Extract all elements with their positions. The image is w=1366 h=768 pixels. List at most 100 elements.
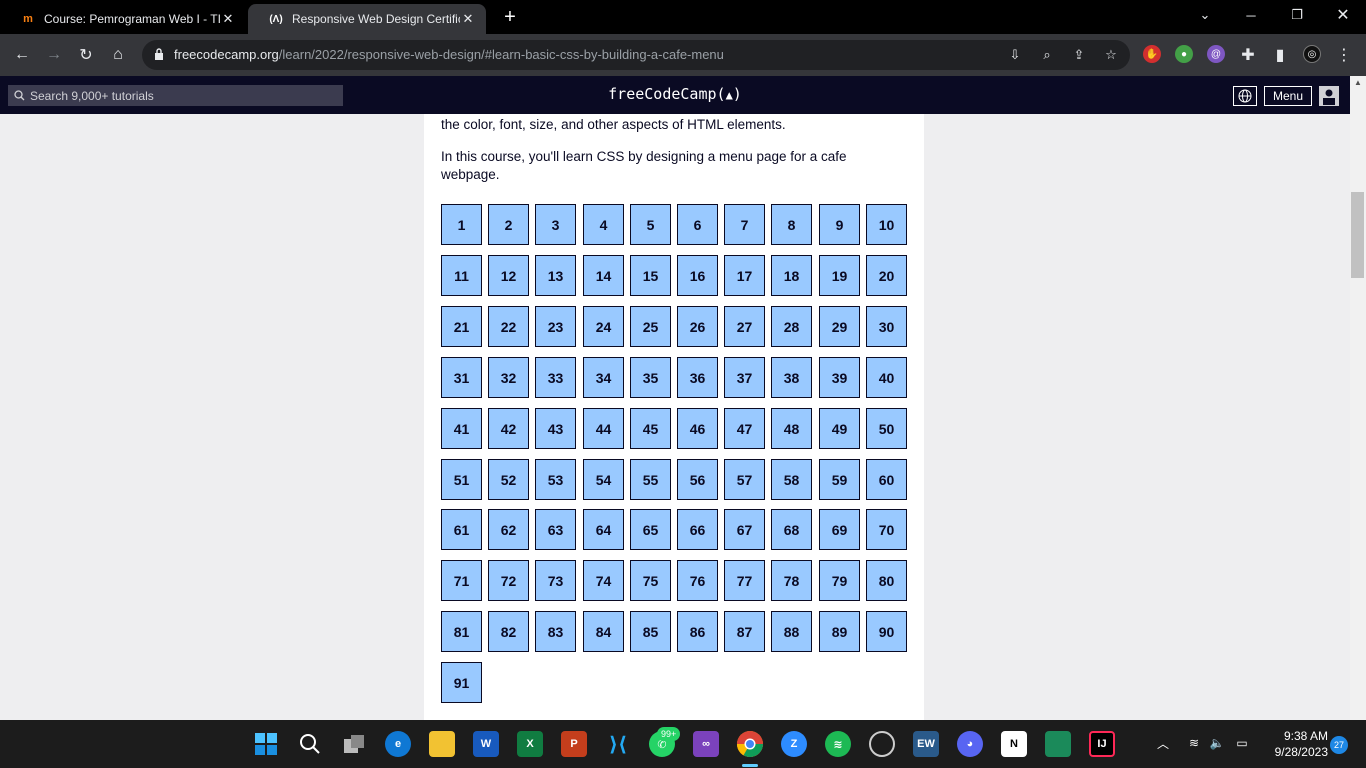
step-button[interactable]: 37 (724, 357, 765, 398)
restore-button[interactable]: ❐ (1274, 0, 1320, 30)
close-tab-icon[interactable]: ✕ (220, 11, 236, 27)
step-button[interactable]: 66 (677, 509, 718, 550)
step-button[interactable]: 74 (583, 560, 624, 601)
word-icon[interactable]: W (473, 731, 499, 757)
step-button[interactable]: 17 (724, 255, 765, 296)
system-clock[interactable]: 9:38 AM 9/28/2023 (1258, 728, 1328, 760)
language-globe-icon[interactable] (1233, 86, 1257, 106)
step-button[interactable]: 15 (630, 255, 671, 296)
step-button[interactable]: 57 (724, 459, 765, 500)
step-button[interactable]: 69 (819, 509, 860, 550)
scrollbar-thumb[interactable] (1351, 192, 1364, 278)
step-button[interactable]: 82 (488, 611, 529, 652)
windows-start-icon[interactable] (253, 731, 279, 757)
step-button[interactable]: 19 (819, 255, 860, 296)
green-app-icon[interactable] (1045, 731, 1071, 757)
scroll-up-arrow-icon[interactable]: ▲ (1350, 78, 1366, 92)
step-button[interactable]: 45 (630, 408, 671, 449)
step-button[interactable]: 68 (771, 509, 812, 550)
step-button[interactable]: 30 (866, 306, 907, 347)
zoom-icon[interactable]: ⌕ (1038, 47, 1056, 63)
spotify-icon[interactable]: ≋ (825, 731, 851, 757)
step-button[interactable]: 64 (583, 509, 624, 550)
step-button[interactable]: 14 (583, 255, 624, 296)
step-button[interactable]: 90 (866, 611, 907, 652)
step-button[interactable]: 4 (583, 204, 624, 245)
step-button[interactable]: 21 (441, 306, 482, 347)
step-button[interactable]: 16 (677, 255, 718, 296)
side-panel-icon[interactable]: ▮ (1267, 42, 1293, 68)
step-button[interactable]: 41 (441, 408, 482, 449)
step-button[interactable]: 58 (771, 459, 812, 500)
step-button[interactable]: 8 (771, 204, 812, 245)
step-button[interactable]: 12 (488, 255, 529, 296)
step-button[interactable]: 51 (441, 459, 482, 500)
step-button[interactable]: 81 (441, 611, 482, 652)
search-bar[interactable]: Search 9,000+ tutorials (8, 85, 343, 106)
step-button[interactable]: 31 (441, 357, 482, 398)
powerpoint-icon[interactable]: P (561, 731, 587, 757)
step-button[interactable]: 34 (583, 357, 624, 398)
step-button[interactable]: 11 (441, 255, 482, 296)
step-button[interactable]: 72 (488, 560, 529, 601)
step-button[interactable]: 77 (724, 560, 765, 601)
step-button[interactable]: 83 (535, 611, 576, 652)
step-button[interactable]: 5 (630, 204, 671, 245)
step-button[interactable]: 67 (724, 509, 765, 550)
address-bar[interactable]: freecodecamp.org/learn/2022/responsive-w… (142, 40, 1130, 70)
visual-studio-icon[interactable]: ∞ (693, 731, 719, 757)
tab-responsive-web-design[interactable]: (Λ) Responsive Web Design Certifica ✕ (248, 4, 486, 34)
step-button[interactable]: 20 (866, 255, 907, 296)
search-icon[interactable] (297, 731, 323, 757)
step-button[interactable]: 28 (771, 306, 812, 347)
step-button[interactable]: 7 (724, 204, 765, 245)
step-button[interactable]: 2 (488, 204, 529, 245)
step-button[interactable]: 47 (724, 408, 765, 449)
zoom-app-icon[interactable]: Z (781, 731, 807, 757)
obs-icon[interactable] (869, 731, 895, 757)
step-button[interactable]: 3 (535, 204, 576, 245)
step-button[interactable]: 10 (866, 204, 907, 245)
step-button[interactable]: 54 (583, 459, 624, 500)
extension-icon[interactable]: @ (1207, 45, 1225, 63)
step-button[interactable]: 25 (630, 306, 671, 347)
step-button[interactable]: 36 (677, 357, 718, 398)
step-button[interactable]: 39 (819, 357, 860, 398)
step-button[interactable]: 24 (583, 306, 624, 347)
step-button[interactable]: 53 (535, 459, 576, 500)
step-button[interactable]: 9 (819, 204, 860, 245)
chrome-icon[interactable] (737, 731, 763, 757)
vscode-icon[interactable]: ⟩⟨ (605, 731, 631, 757)
step-button[interactable]: 1 (441, 204, 482, 245)
install-app-icon[interactable]: ⇩ (1006, 47, 1024, 63)
step-button[interactable]: 35 (630, 357, 671, 398)
fcc-logo[interactable]: freeCodeCamp(▲) (575, 85, 775, 103)
step-button[interactable]: 40 (866, 357, 907, 398)
step-button[interactable]: 48 (771, 408, 812, 449)
step-button[interactable]: 60 (866, 459, 907, 500)
forward-icon[interactable]: → (41, 42, 67, 68)
notification-badge[interactable]: 27 (1330, 736, 1348, 754)
step-button[interactable]: 23 (535, 306, 576, 347)
adblock-extension-icon[interactable]: ✋ (1143, 45, 1161, 63)
color-extension-icon[interactable]: ● (1175, 45, 1193, 63)
step-button[interactable]: 52 (488, 459, 529, 500)
step-button[interactable]: 50 (866, 408, 907, 449)
close-window-button[interactable]: ✕ (1320, 0, 1366, 30)
task-view-icon[interactable] (341, 731, 367, 757)
step-button[interactable]: 38 (771, 357, 812, 398)
excel-icon[interactable]: X (517, 731, 543, 757)
chevron-up-icon[interactable]: ︿ (1154, 734, 1172, 752)
step-button[interactable]: 79 (819, 560, 860, 601)
step-button[interactable]: 6 (677, 204, 718, 245)
edge-icon[interactable]: e (385, 731, 411, 757)
step-button[interactable]: 42 (488, 408, 529, 449)
step-button[interactable]: 49 (819, 408, 860, 449)
page-scrollbar[interactable] (1350, 76, 1366, 720)
step-button[interactable]: 75 (630, 560, 671, 601)
ew-app-icon[interactable]: EW (913, 731, 939, 757)
step-button[interactable]: 61 (441, 509, 482, 550)
step-button[interactable]: 13 (535, 255, 576, 296)
step-button[interactable]: 76 (677, 560, 718, 601)
step-button[interactable]: 18 (771, 255, 812, 296)
